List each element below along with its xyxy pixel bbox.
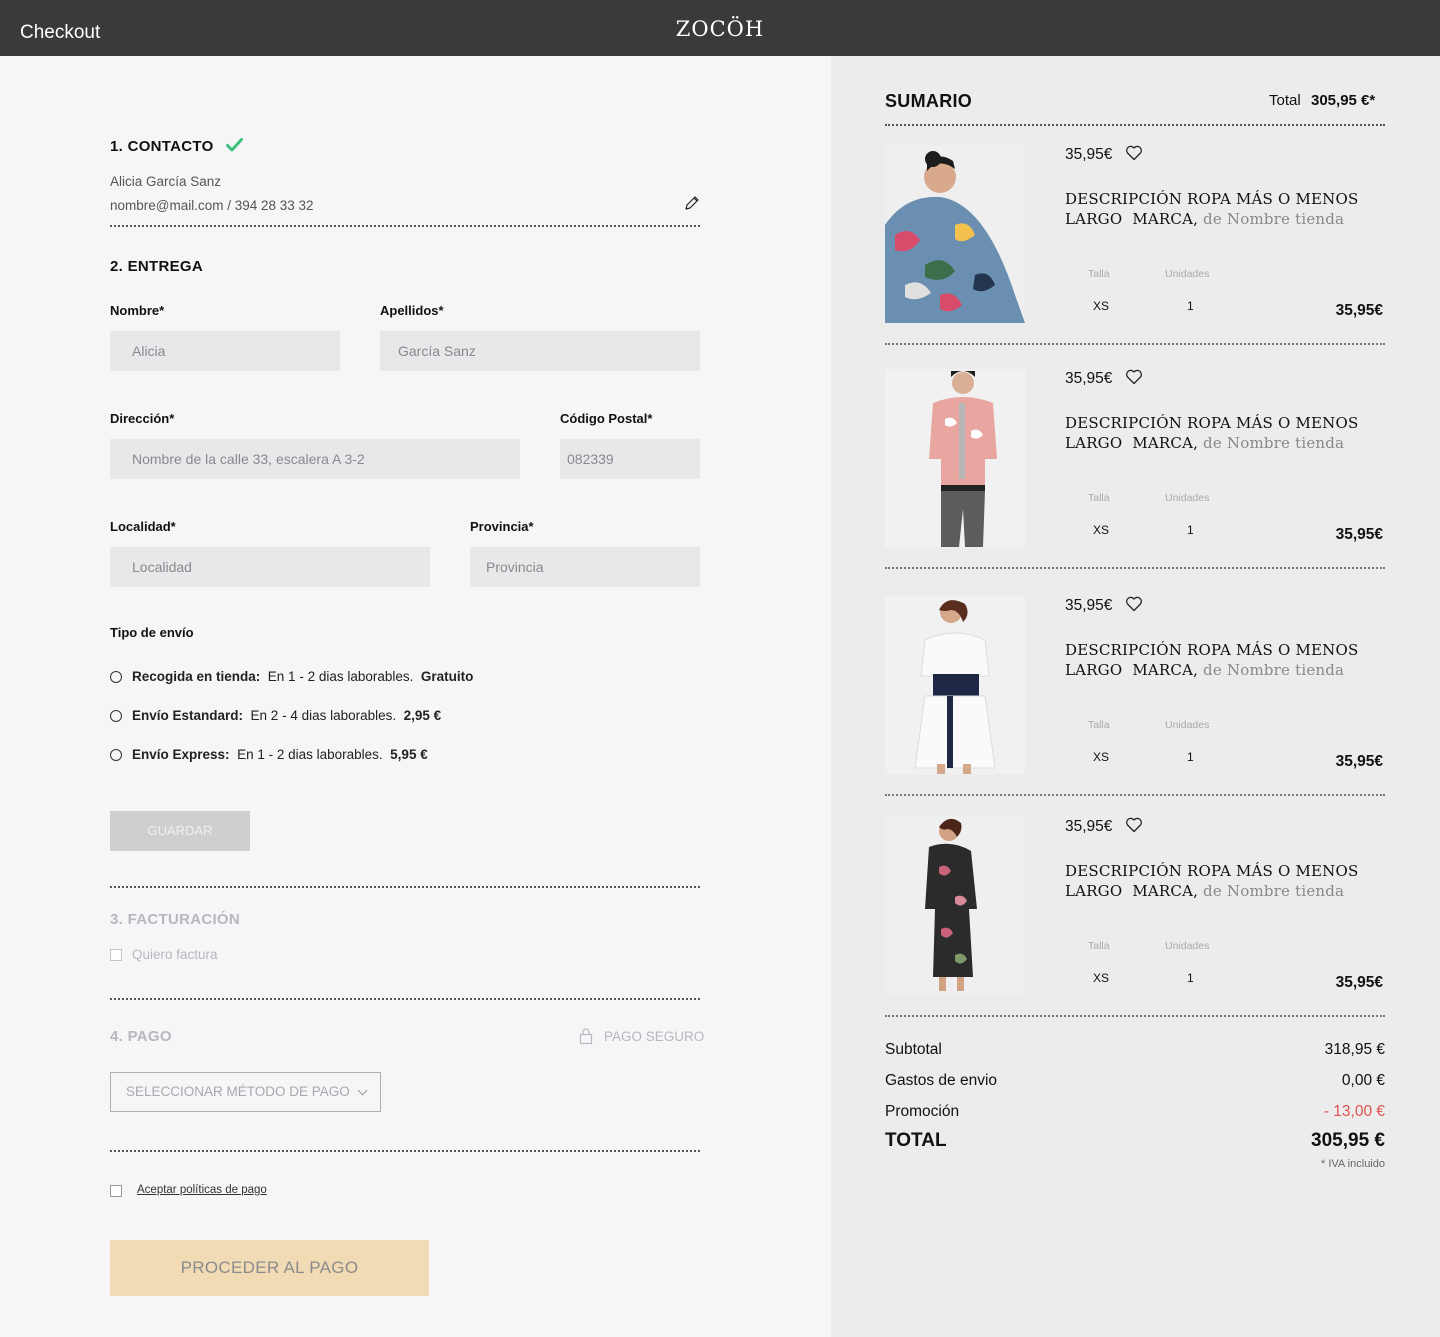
delivery-section-title: 2. ENTREGA <box>110 258 204 275</box>
units-value: 1 <box>1187 299 1194 313</box>
divider <box>885 1015 1385 1017</box>
contact-details: nombre@mail.com / 394 28 33 32 <box>110 198 314 213</box>
product-image[interactable] <box>885 596 1025 774</box>
subtotal-value: 318,95 € <box>1324 1041 1385 1058</box>
provincia-field[interactable]: Provincia <box>470 547 700 587</box>
payment-method-value: SELECCIONAR MÉTODO DE PAGO <box>126 1084 350 1099</box>
grand-total-value: 305,95 € <box>1311 1130 1385 1151</box>
item-total: 35,95€ <box>1335 974 1383 991</box>
shipping-type-label: Tipo de envío <box>110 625 194 640</box>
units-label: Unidades <box>1165 492 1210 504</box>
check-icon <box>226 138 243 152</box>
nombre-field[interactable]: Alicia <box>110 331 340 371</box>
heart-icon[interactable] <box>1125 817 1143 833</box>
invoice-checkbox[interactable] <box>110 949 122 961</box>
divider <box>110 225 700 227</box>
item-price: 35,95€ <box>1065 597 1113 614</box>
order-summary-panel: SUMARIO Total 305,95 €* 35,95€ DESCRIPCI… <box>831 56 1440 1337</box>
secure-payment-label: PAGO SEGURO <box>604 1029 705 1044</box>
units-value: 1 <box>1187 971 1194 985</box>
heart-icon[interactable] <box>1125 145 1143 161</box>
billing-section-title: 3. FACTURACIÓN <box>110 911 241 928</box>
heart-icon[interactable] <box>1125 369 1143 385</box>
size-label: Talla <box>1088 268 1110 280</box>
proceed-to-payment-button[interactable]: PROCEDER AL PAGO <box>110 1240 429 1296</box>
contact-section-title: 1. CONTACTO <box>110 138 214 155</box>
units-value: 1 <box>1187 750 1194 764</box>
contact-name: Alicia García Sanz <box>110 174 222 189</box>
brand-logo[interactable]: ZOCÖH <box>0 16 1440 42</box>
promotion-label: Promoción <box>885 1103 960 1120</box>
localidad-label: Localidad* <box>110 519 176 534</box>
summary-total-value: 305,95 €* <box>1311 92 1376 109</box>
provincia-label: Provincia* <box>470 519 534 534</box>
checkout-form-panel: 1. CONTACTO Alicia García Sanz nombre@ma… <box>0 56 831 1337</box>
edit-pencil-icon[interactable] <box>684 195 700 211</box>
payment-section-title: 4. PAGO <box>110 1028 172 1045</box>
divider <box>885 343 1385 345</box>
units-label: Unidades <box>1165 268 1210 280</box>
size-value: XS <box>1093 750 1110 764</box>
product-image[interactable] <box>885 369 1025 547</box>
vat-note: * IVA incluido <box>1320 1158 1385 1170</box>
item-total: 35,95€ <box>1335 526 1383 543</box>
shipping-cost-value: 0,00 € <box>1341 1072 1385 1089</box>
codigo-postal-label: Código Postal* <box>560 411 653 426</box>
shipping-cost-label: Gastos de envio <box>885 1072 998 1089</box>
subtotal-label: Subtotal <box>885 1041 942 1058</box>
size-label: Talla <box>1088 492 1110 504</box>
size-value: XS <box>1093 971 1110 985</box>
chevron-down-icon <box>357 1085 368 1096</box>
size-value: XS <box>1093 299 1110 313</box>
promotion-value: - 13,00 € <box>1323 1103 1385 1120</box>
shipping-radio-standard[interactable] <box>110 710 122 722</box>
payment-method-select[interactable]: SELECCIONAR MÉTODO DE PAGO <box>110 1072 381 1112</box>
codigo-postal-field[interactable]: 082339 <box>560 439 700 479</box>
save-button[interactable]: GUARDAR <box>110 811 250 851</box>
apellidos-field[interactable]: García Sanz <box>380 331 700 371</box>
nombre-label: Nombre* <box>110 303 165 318</box>
units-label: Unidades <box>1165 719 1210 731</box>
shipping-option-standard[interactable]: Envío Estandard: En 2 - 4 dias laborable… <box>132 708 441 724</box>
units-label: Unidades <box>1165 940 1210 952</box>
item-description: DESCRIPCIÓN ROPA MÁS O MENOS LARGO MARCA… <box>1065 641 1359 679</box>
heart-icon[interactable] <box>1125 596 1143 612</box>
shipping-radio-express[interactable] <box>110 749 122 761</box>
product-image[interactable] <box>885 145 1025 323</box>
localidad-field[interactable]: Localidad <box>110 547 430 587</box>
accept-policies-link[interactable]: Aceptar políticas de pago <box>137 1184 267 1196</box>
direccion-field[interactable]: Nombre de la calle 33, escalera A 3-2 <box>110 439 520 479</box>
divider <box>110 1150 700 1152</box>
item-price: 35,95€ <box>1065 146 1113 163</box>
shipping-radio-store[interactable] <box>110 671 122 683</box>
item-price: 35,95€ <box>1065 818 1113 835</box>
product-image[interactable] <box>885 817 1025 995</box>
divider <box>110 886 700 888</box>
size-value: XS <box>1093 523 1110 537</box>
divider <box>885 794 1385 796</box>
size-label: Talla <box>1088 719 1110 731</box>
direccion-label: Dirección* <box>110 411 175 426</box>
item-description: DESCRIPCIÓN ROPA MÁS O MENOS LARGO MARCA… <box>1065 414 1359 452</box>
divider <box>885 124 1385 126</box>
size-label: Talla <box>1088 940 1110 952</box>
item-price: 35,95€ <box>1065 370 1113 387</box>
summary-total-label: Total <box>1269 92 1301 109</box>
divider <box>110 998 700 1000</box>
shipping-option-express[interactable]: Envío Express: En 1 - 2 dias laborables.… <box>132 747 428 763</box>
lock-icon <box>579 1028 593 1045</box>
invoice-label: Quiero factura <box>132 947 218 962</box>
item-description: DESCRIPCIÓN ROPA MÁS O MENOS LARGO MARCA… <box>1065 862 1359 900</box>
divider <box>885 567 1385 569</box>
item-total: 35,95€ <box>1335 302 1383 319</box>
item-description: DESCRIPCIÓN ROPA MÁS O MENOS LARGO MARCA… <box>1065 190 1359 228</box>
top-bar: Checkout ZOCÖH <box>0 0 1440 56</box>
apellidos-label: Apellidos* <box>380 303 444 318</box>
grand-total-label: TOTAL <box>885 1130 947 1151</box>
summary-title: SUMARIO <box>885 91 973 111</box>
accept-policies-checkbox[interactable] <box>110 1185 122 1197</box>
item-total: 35,95€ <box>1335 753 1383 770</box>
shipping-option-store[interactable]: Recogida en tienda: En 1 - 2 dias labora… <box>132 669 473 685</box>
units-value: 1 <box>1187 523 1194 537</box>
